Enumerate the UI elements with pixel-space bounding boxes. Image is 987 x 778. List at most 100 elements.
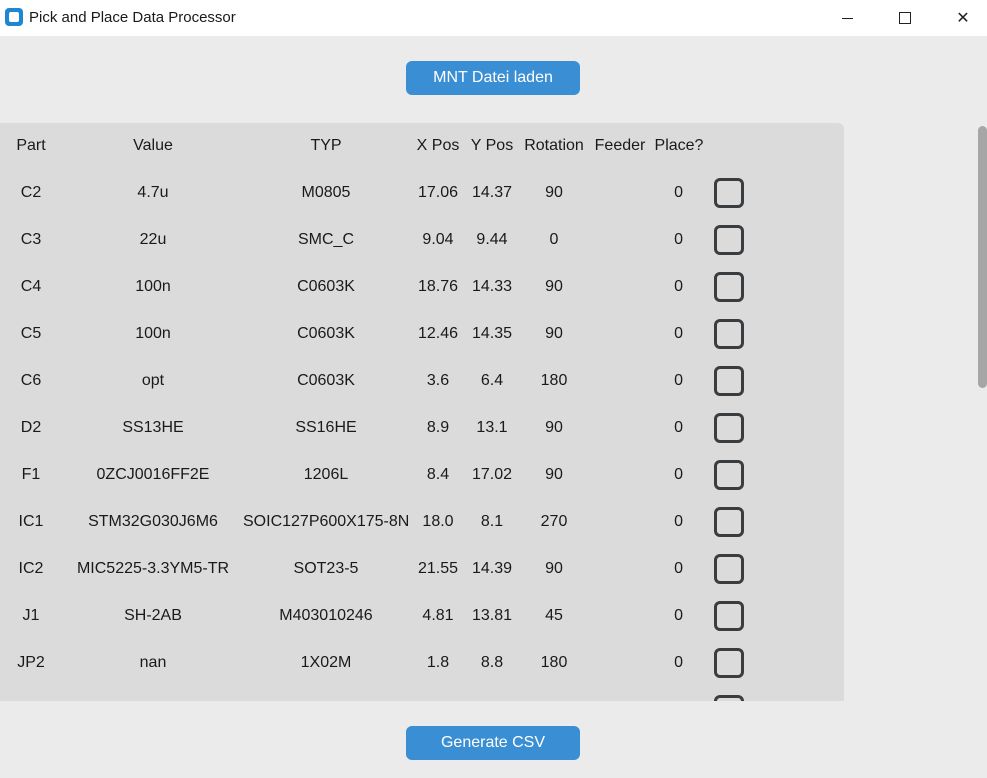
minimize-button[interactable] bbox=[818, 0, 876, 36]
cell-typ: 1206L bbox=[303, 466, 349, 483]
cell-value: SS13HE bbox=[122, 419, 184, 436]
place-checkbox[interactable] bbox=[714, 225, 744, 255]
cell-value: MIC5225-3.3YM5-TR bbox=[76, 560, 230, 577]
cell-x-pos: 3.6 bbox=[426, 372, 450, 389]
header-rotation: Rotation bbox=[524, 137, 584, 154]
cell-y-pos: 14.39 bbox=[471, 560, 513, 577]
cell-typ: C0603K bbox=[297, 372, 355, 389]
minimize-icon bbox=[841, 17, 853, 19]
cell-place: 0 bbox=[674, 278, 683, 295]
header-feeder: Feeder bbox=[594, 137, 646, 154]
cell-value: 100n bbox=[135, 325, 171, 342]
cell-y-pos: 9.44 bbox=[476, 231, 508, 248]
cell-place: 0 bbox=[674, 513, 683, 530]
cell-value: 100n bbox=[135, 278, 171, 295]
cell-part: C4 bbox=[20, 278, 42, 295]
cell-rotation: 270 bbox=[540, 513, 568, 530]
cell-rotation: 180 bbox=[540, 654, 568, 671]
header-place: Place? bbox=[654, 137, 704, 154]
title-bar: Pick and Place Data Processor ✕ bbox=[0, 0, 987, 36]
cell-x-pos: 21.55 bbox=[417, 560, 459, 577]
cell-x-pos: 8.9 bbox=[426, 419, 450, 436]
cell-value: 0ZCJ0016FF2E bbox=[96, 466, 210, 483]
cell-place: 0 bbox=[674, 560, 683, 577]
maximize-button[interactable] bbox=[876, 0, 934, 36]
cell-value: nan bbox=[139, 654, 167, 671]
maximize-icon bbox=[899, 12, 911, 24]
place-checkbox[interactable] bbox=[714, 178, 744, 208]
cell-rotation: 0 bbox=[549, 231, 559, 248]
place-checkbox[interactable] bbox=[714, 695, 744, 701]
cell-typ: C0603K bbox=[297, 278, 355, 295]
cell-typ: M403010246 bbox=[279, 607, 373, 624]
cell-y-pos: 8.1 bbox=[480, 513, 504, 530]
cell-typ: SOIC127P600X175-8N bbox=[243, 513, 410, 530]
cell-y-pos: 13.1 bbox=[476, 419, 508, 436]
cell-x-pos: 9.04 bbox=[422, 231, 454, 248]
cell-part: C2 bbox=[20, 184, 42, 201]
window-title: Pick and Place Data Processor bbox=[29, 9, 236, 26]
cell-part: F1 bbox=[21, 466, 41, 483]
cell-x-pos: 1.8 bbox=[426, 654, 450, 671]
cell-y-pos: 14.33 bbox=[471, 278, 513, 295]
cell-typ: SMC_C bbox=[297, 231, 354, 248]
cell-x-pos: 18.0 bbox=[422, 513, 454, 530]
close-icon: ✕ bbox=[956, 10, 970, 27]
scrollbar-thumb[interactable] bbox=[978, 126, 987, 388]
cell-part: IC1 bbox=[18, 513, 44, 530]
place-checkbox[interactable] bbox=[714, 366, 744, 396]
cell-value: SH-2AB bbox=[124, 607, 182, 624]
cell-x-pos: 18.76 bbox=[417, 278, 459, 295]
cell-x-pos: 4.81 bbox=[422, 607, 454, 624]
cell-rotation: 180 bbox=[540, 372, 568, 389]
cell-place: 0 bbox=[674, 466, 683, 483]
cell-y-pos: 8.8 bbox=[480, 654, 504, 671]
cell-typ: SS16HE bbox=[295, 419, 357, 436]
cell-value: 4.7u bbox=[137, 184, 169, 201]
cell-part: C3 bbox=[20, 231, 42, 248]
cell-rotation: 90 bbox=[545, 466, 563, 483]
cell-place: 0 bbox=[674, 325, 683, 342]
place-checkbox[interactable] bbox=[714, 554, 744, 584]
place-checkbox[interactable] bbox=[714, 507, 744, 537]
cell-value: opt bbox=[141, 372, 165, 389]
cell-place: 0 bbox=[674, 419, 683, 436]
cell-place: 0 bbox=[674, 372, 683, 389]
cell-value: STM32G030J6M6 bbox=[88, 513, 218, 530]
header-x-pos: X Pos bbox=[416, 137, 460, 154]
load-mnt-file-button[interactable]: MNT Datei laden bbox=[406, 61, 580, 95]
cell-place: 0 bbox=[674, 607, 683, 624]
cell-y-pos: 13.81 bbox=[471, 607, 513, 624]
cell-typ: 1X02M bbox=[300, 654, 352, 671]
header-value: Value bbox=[133, 137, 173, 154]
place-checkbox[interactable] bbox=[714, 460, 744, 490]
cell-part: JP2 bbox=[17, 654, 45, 671]
cell-x-pos: 8.4 bbox=[426, 466, 450, 483]
place-checkbox[interactable] bbox=[714, 601, 744, 631]
place-checkbox[interactable] bbox=[714, 648, 744, 678]
generate-csv-button[interactable]: Generate CSV bbox=[406, 726, 580, 760]
cell-typ: M0805 bbox=[301, 184, 351, 201]
cell-rotation: 90 bbox=[545, 325, 563, 342]
cell-y-pos: 17.02 bbox=[471, 466, 513, 483]
cell-y-pos: 14.35 bbox=[471, 325, 513, 342]
header-y-pos: Y Pos bbox=[470, 137, 514, 154]
cell-place: 0 bbox=[674, 654, 683, 671]
cell-y-pos: 6.4 bbox=[480, 372, 504, 389]
place-checkbox[interactable] bbox=[714, 319, 744, 349]
cell-rotation: 90 bbox=[545, 278, 563, 295]
cell-place: 0 bbox=[674, 184, 683, 201]
cell-x-pos: 12.46 bbox=[417, 325, 459, 342]
cell-part: D2 bbox=[20, 419, 42, 436]
place-checkbox[interactable] bbox=[714, 272, 744, 302]
cell-rotation: 90 bbox=[545, 419, 563, 436]
parts-table: Part Value TYP X Pos Y Pos Rotation Feed… bbox=[0, 123, 844, 701]
cell-part: C5 bbox=[20, 325, 42, 342]
place-checkbox[interactable] bbox=[714, 413, 744, 443]
close-button[interactable]: ✕ bbox=[934, 0, 987, 36]
cell-part: IC2 bbox=[18, 560, 44, 577]
cell-place: 0 bbox=[674, 231, 683, 248]
cell-rotation: 90 bbox=[545, 184, 563, 201]
header-part: Part bbox=[16, 137, 46, 154]
cell-typ: SOT23-5 bbox=[293, 560, 359, 577]
